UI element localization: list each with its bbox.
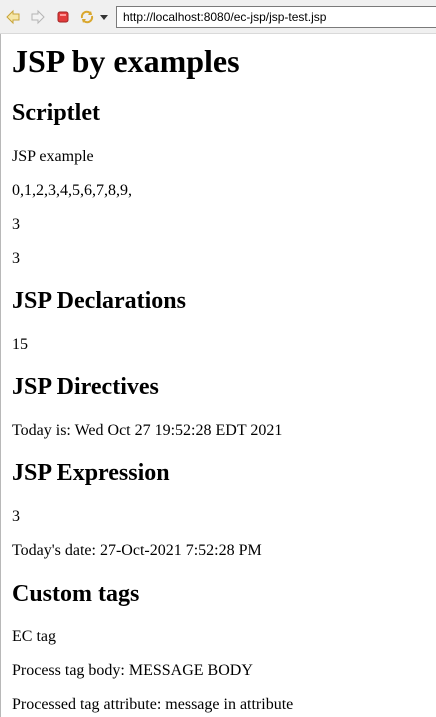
back-button[interactable] [4,8,22,26]
forward-button[interactable] [29,8,47,26]
custom-tags-line-2: Process tag body: MESSAGE BODY [12,662,253,679]
section-heading-directives: JSP Directives [12,374,159,400]
section-heading-expression: JSP Expression [12,460,170,486]
directives-line-1: Today is: Wed Oct 27 19:52:28 EDT 2021 [12,422,283,439]
section-heading-declarations: JSP Declarations [12,288,186,314]
declarations-line-1: 15 [12,336,28,353]
arrow-left-icon [6,9,20,25]
address-bar-url: http://localhost:8080/ec-jsp/jsp-test.js… [123,10,327,24]
refresh-button[interactable] [78,8,96,26]
section-heading-scriptlet: Scriptlet [12,100,100,126]
arrow-right-icon [31,9,45,25]
stop-icon [57,11,69,23]
expression-line-2: Today's date: 27-Oct-2021 7:52:28 PM [12,542,262,559]
page-title: JSP by examples [12,43,240,79]
custom-tags-line-3: Processed tag attribute: message in attr… [12,696,294,713]
refresh-icon [80,10,94,24]
address-bar[interactable]: http://localhost:8080/ec-jsp/jsp-test.js… [116,6,436,28]
scriptlet-line-2: 0,1,2,3,4,5,6,7,8,9, [12,182,132,199]
stop-button[interactable] [54,8,72,26]
page-content: JSP by examples Scriptlet JSP example 0,… [0,34,436,717]
expression-line-1: 3 [12,508,20,525]
custom-tags-line-1: EC tag [12,628,56,645]
navigation-menu-button[interactable] [98,8,110,26]
scriptlet-line-3: 3 [12,216,20,233]
section-heading-custom-tags: Custom tags [12,581,140,607]
browser-toolbar: http://localhost:8080/ec-jsp/jsp-test.js… [0,0,436,34]
chevron-down-icon [100,15,108,20]
scriptlet-line-1: JSP example [12,148,94,165]
scriptlet-line-4: 3 [12,250,20,267]
